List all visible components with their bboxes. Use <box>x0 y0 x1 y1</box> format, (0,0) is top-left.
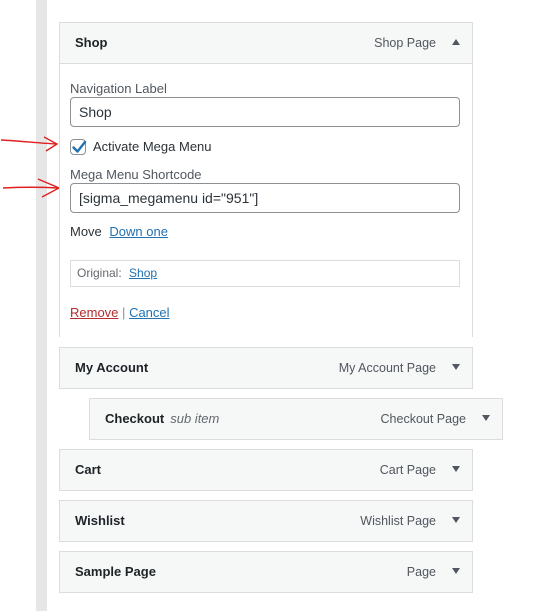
original-link[interactable]: Shop <box>129 266 157 280</box>
original-label: Original: <box>77 266 122 280</box>
menu-item-title: Shop <box>75 35 108 50</box>
menu-item-my-account[interactable]: My Account My Account Page <box>59 347 473 389</box>
move-down-one-link[interactable]: Down one <box>109 224 168 239</box>
menu-item-type: Shop Page <box>374 36 436 50</box>
item-actions: Remove | Cancel <box>70 305 170 320</box>
activate-mega-menu-label: Activate Mega Menu <box>93 139 212 154</box>
annotation-arrow-activate <box>0 136 59 152</box>
sub-item-note: sub item <box>170 411 220 426</box>
collapse-arrow-icon[interactable] <box>452 39 460 45</box>
menu-item-type: Cart Page <box>379 463 436 477</box>
menu-item-title-text: Checkout <box>105 411 165 426</box>
menu-item-title: Sample Page <box>75 564 156 579</box>
menu-item-title: Checkout sub item <box>105 399 219 439</box>
expand-arrow-icon[interactable] <box>452 466 460 472</box>
mega-menu-shortcode-input[interactable]: [sigma_megamenu id="951"] <box>70 183 460 213</box>
expand-arrow-icon[interactable] <box>482 415 490 421</box>
activate-mega-menu-checkbox[interactable] <box>70 139 87 155</box>
expand-arrow-icon[interactable] <box>452 364 460 370</box>
menu-item-type: Checkout Page <box>380 412 466 426</box>
menu-item-type: Page <box>406 565 436 579</box>
menu-item-title: Wishlist <box>75 513 125 528</box>
menu-item-settings: Navigation Label Shop Activate Mega Menu… <box>60 63 472 337</box>
expand-arrow-icon[interactable] <box>452 568 460 574</box>
menu-item-type: Wishlist Page <box>360 514 436 528</box>
menu-item-shop: Shop Shop Page Navigation Label Shop Act… <box>59 22 473 337</box>
move-row: Move Down one <box>70 224 168 239</box>
menu-item-title: My Account <box>75 360 149 375</box>
menu-item-cart[interactable]: Cart Cart Page <box>59 449 473 491</box>
move-label: Move <box>70 224 102 239</box>
menu-item-title: Cart <box>75 462 102 477</box>
original-box: Original: Shop <box>70 260 460 287</box>
expand-arrow-icon[interactable] <box>452 517 460 523</box>
navigation-label-heading: Navigation Label <box>70 81 167 96</box>
menu-item-sample-page[interactable]: Sample Page Page <box>59 551 473 593</box>
menu-item-checkout[interactable]: Checkout sub item Checkout Page <box>89 398 503 440</box>
checkmark-icon <box>72 140 87 153</box>
left-scroll-strip <box>36 0 47 611</box>
menu-item-shop-bar[interactable]: Shop Shop Page <box>60 23 472 63</box>
actions-separator: | <box>122 305 126 320</box>
cancel-link[interactable]: Cancel <box>129 305 169 320</box>
menu-item-type: My Account Page <box>338 361 436 375</box>
remove-link[interactable]: Remove <box>70 305 118 320</box>
navigation-label-input[interactable]: Shop <box>70 97 460 127</box>
annotation-arrow-shortcode <box>2 178 61 198</box>
mega-menu-shortcode-heading: Mega Menu Shortcode <box>70 167 202 182</box>
menu-item-wishlist[interactable]: Wishlist Wishlist Page <box>59 500 473 542</box>
